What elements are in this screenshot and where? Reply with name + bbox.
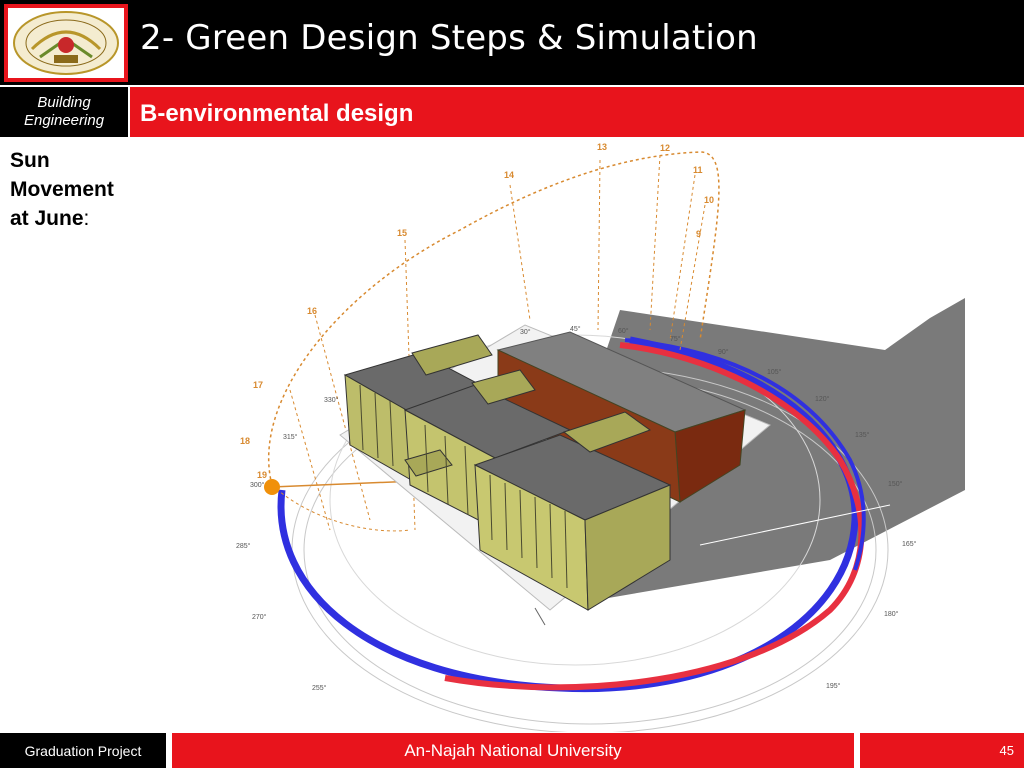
azimuth-label: 165° (902, 540, 917, 548)
sun-path-svg: 13 12 11 10 9 14 15 16 17 18 19 30° 45° … (236, 142, 965, 734)
sun-path-diagram: 13 12 11 10 9 14 15 16 17 18 19 30° 45° … (230, 140, 966, 734)
north-arrow (534, 607, 546, 626)
azimuth-label: 300° (250, 481, 265, 489)
sun-icon (264, 479, 280, 495)
hour-label: 18 (240, 436, 250, 446)
azimuth-label: 255° (312, 684, 327, 692)
azimuth-label: 30° (520, 328, 531, 336)
caption-line-3: at June: (10, 204, 114, 233)
section-title: B-environmental design (140, 100, 414, 127)
azimuth-label: 150° (888, 480, 903, 488)
azimuth-label: 60° (618, 327, 629, 335)
hour-label: 13 (597, 142, 607, 152)
sun-path-base (271, 484, 411, 532)
caption-line-2: Movement (10, 178, 114, 201)
hour-label: 15 (397, 228, 407, 238)
caption-colon: : (83, 207, 90, 230)
department-line-2: Engineering (23, 112, 105, 129)
section-title-bar: B-environmental design (130, 87, 1024, 137)
footer-page-box: 45 (860, 733, 1024, 768)
caption-line-3-text: at June (10, 207, 84, 230)
hour-label: 16 (307, 306, 317, 316)
hour-label: 11 (693, 165, 703, 175)
logo-frame (4, 4, 128, 82)
azimuth-label: 45° (570, 325, 581, 333)
department-line-1: Building (37, 94, 91, 111)
azimuth-label: 330° (324, 396, 339, 404)
azimuth-label: 120° (815, 395, 830, 403)
hour-label: 12 (660, 143, 670, 153)
hour-label: 10 (704, 195, 714, 205)
section-bar: Building Engineering B-environmental des… (0, 85, 1024, 137)
azimuth-label: 105° (767, 368, 782, 376)
azimuth-label: 270° (252, 613, 267, 621)
title-bar: 2- Green Design Steps & Simulation (0, 0, 1024, 85)
university-logo (8, 8, 124, 78)
caption-line-1: Sun (10, 149, 50, 172)
page-title: 2- Green Design Steps & Simulation (140, 18, 758, 58)
hour-label: 17 (253, 380, 263, 390)
azimuth-label: 90° (718, 348, 729, 356)
hour-label: 9 (696, 229, 701, 239)
azimuth-label: 315° (283, 433, 298, 441)
azimuth-label: 195° (826, 682, 841, 690)
azimuth-label: 285° (236, 542, 251, 550)
footer: Graduation Project An-Najah National Uni… (0, 733, 1024, 768)
azimuth-label: 135° (855, 431, 870, 439)
university-seal-icon (13, 11, 119, 75)
department-label: Building Engineering (0, 87, 128, 137)
azimuth-label: 180° (884, 610, 899, 618)
footer-project-label: Graduation Project (0, 733, 166, 768)
page-number: 45 (999, 743, 1014, 758)
slide-caption: Sun Movement at June: (10, 146, 114, 233)
azimuth-label: 75° (670, 335, 681, 343)
footer-university: An-Najah National University (172, 733, 854, 768)
hour-label: 19 (257, 470, 267, 480)
hour-label: 14 (504, 170, 514, 180)
